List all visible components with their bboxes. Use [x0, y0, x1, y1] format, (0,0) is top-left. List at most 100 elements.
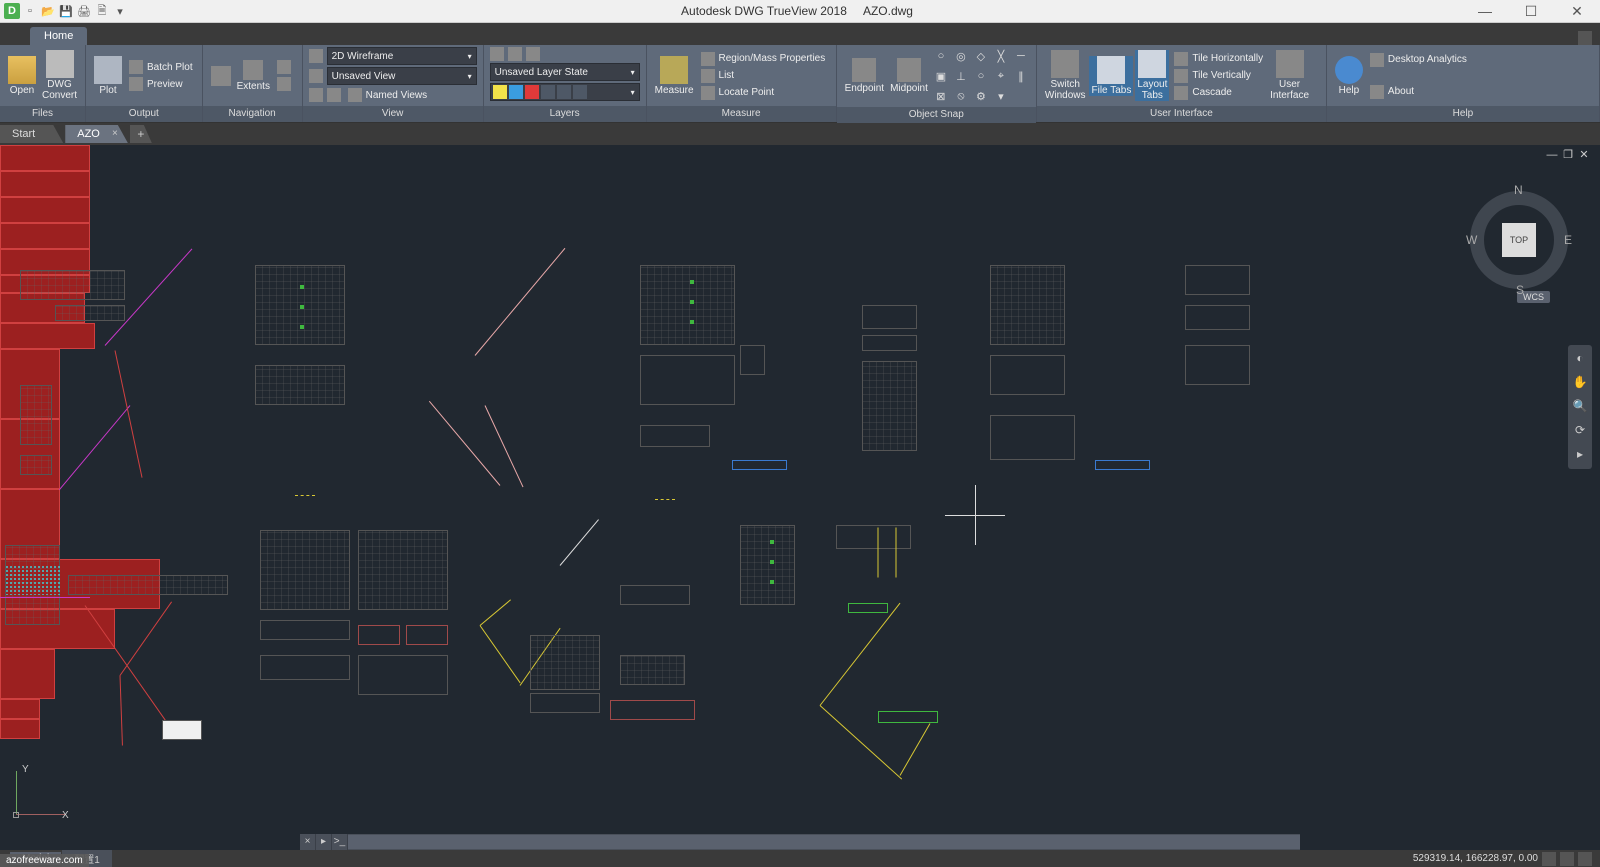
analytics-icon	[1370, 53, 1384, 67]
viewcube-north: N	[1514, 183, 1523, 197]
snap-quadrant-icon[interactable]: ◇	[972, 47, 990, 65]
add-tab-button[interactable]: +	[130, 125, 152, 143]
nav-orbit-icon[interactable]: ⟳	[1572, 423, 1588, 439]
nav-pan-icon[interactable]: ✋	[1572, 375, 1588, 391]
status-snap-icon[interactable]	[1560, 852, 1574, 866]
swatch-icon	[541, 85, 555, 99]
desktop-analytics-button[interactable]: Desktop Analytics	[1367, 52, 1470, 68]
measure-button[interactable]: Measure	[653, 56, 696, 96]
plot-button[interactable]: Plot	[92, 56, 124, 96]
snap-tangent-icon[interactable]: ○	[972, 67, 990, 85]
cmd-close-icon[interactable]: ×	[300, 834, 316, 850]
layout-tabs-toggle[interactable]: Layout Tabs	[1135, 50, 1169, 101]
visual-style-dropdown[interactable]: 2D Wireframe▾	[327, 47, 477, 65]
panel-navigation-title[interactable]: Navigation	[203, 106, 302, 122]
preview-button[interactable]: Preview	[126, 76, 196, 92]
batch-plot-button[interactable]: Batch Plot	[126, 59, 196, 75]
status-coordinates: 529319.14, 166228.97, 0.00	[1413, 853, 1538, 864]
panel-view-title[interactable]: View	[303, 106, 483, 122]
panel-output: Plot Batch Plot Preview Output	[86, 45, 203, 122]
ls3-icon[interactable]	[526, 47, 540, 61]
user-interface-button[interactable]: User Interface	[1268, 50, 1311, 101]
close-button[interactable]: ✕	[1554, 0, 1600, 23]
snap-perp-icon[interactable]: ⊥	[952, 67, 970, 85]
panel-help-title[interactable]: Help	[1327, 106, 1599, 122]
snap-none-icon[interactable]: ⦸	[952, 87, 970, 105]
qat-new-icon[interactable]: ▫	[22, 3, 38, 19]
snap-parallel-icon[interactable]: ∥	[1012, 67, 1030, 85]
qat-more-icon[interactable]: ▾	[112, 3, 128, 19]
snap-intersection-icon[interactable]: ╳	[992, 47, 1010, 65]
nv1-icon[interactable]	[309, 88, 323, 102]
switch-windows-button[interactable]: Switch Windows	[1043, 50, 1088, 101]
cmd-history-icon[interactable]: ▸	[316, 834, 332, 850]
dwg-convert-button[interactable]: DWG Convert	[40, 50, 79, 101]
tile-v-icon	[1174, 69, 1188, 83]
named-views-button[interactable]: Named Views	[345, 87, 431, 103]
ribbon-extra-icon[interactable]	[1578, 31, 1592, 45]
doc-restore-icon[interactable]: ❐	[1562, 149, 1574, 161]
qat-open-icon[interactable]: 📂	[40, 3, 56, 19]
region-mass-button[interactable]: Region/Mass Properties	[698, 51, 829, 67]
tile-vertically-button[interactable]: Tile Vertically	[1171, 68, 1266, 84]
minimize-button[interactable]: —	[1462, 0, 1508, 23]
layer-state-dropdown[interactable]: Unsaved Layer State▾	[490, 63, 640, 81]
file-tabs-toggle[interactable]: File Tabs	[1089, 56, 1133, 96]
doc-minimize-icon[interactable]: —	[1546, 149, 1558, 161]
locate-point-button[interactable]: Locate Point	[698, 85, 829, 101]
qat-preview-icon[interactable]: 🗎	[94, 3, 110, 19]
layer-state-icon[interactable]	[490, 47, 504, 61]
panel-ui-title[interactable]: User Interface	[1037, 106, 1326, 122]
orbit-button[interactable]	[274, 59, 294, 75]
pan-button[interactable]	[209, 66, 233, 86]
doc-close-icon[interactable]: ✕	[1578, 149, 1590, 161]
maximize-button[interactable]: ☐	[1508, 0, 1554, 23]
nav-wheel-icon[interactable]: ◐	[1572, 351, 1588, 367]
nav-zoom-icon[interactable]: 🔍	[1572, 399, 1588, 415]
drawing-canvas[interactable]: — ❐ ✕ TOP N S E W WCS ◐ ✋ 🔍 ⟳ ▸ Y X	[0, 145, 1600, 833]
file-tab-azo[interactable]: AZO×	[65, 125, 128, 143]
snap-more-icon[interactable]: ▾	[992, 87, 1010, 105]
locate-icon	[701, 86, 715, 100]
file-tab-start[interactable]: Start	[0, 125, 63, 143]
about-button[interactable]: About	[1367, 84, 1470, 100]
cascade-button[interactable]: Cascade	[1171, 85, 1266, 101]
ribbon-tab-home[interactable]: Home	[30, 27, 87, 45]
ruler-icon	[660, 56, 688, 84]
command-input[interactable]	[348, 835, 1300, 849]
endpoint-button[interactable]: Endpoint	[843, 58, 886, 94]
tile-horizontally-button[interactable]: Tile Horizontally	[1171, 51, 1266, 67]
qat-print-icon[interactable]: 🖨	[76, 3, 92, 19]
nav-showmotion-icon[interactable]: ▸	[1572, 447, 1588, 463]
extents-button[interactable]: Extents	[235, 60, 272, 92]
layer-dropdown[interactable]: ▾	[490, 83, 640, 101]
status-settings-icon[interactable]	[1578, 852, 1592, 866]
snap-node-icon[interactable]: ◎	[952, 47, 970, 65]
snap-insertion-icon[interactable]: ▣	[932, 67, 950, 85]
snap-center-icon[interactable]: ○	[932, 47, 950, 65]
help-button[interactable]: Help	[1333, 56, 1365, 96]
ls2-icon[interactable]	[508, 47, 522, 61]
named-view-dropdown[interactable]: Unsaved View▾	[327, 67, 477, 85]
open-button[interactable]: Open	[6, 56, 38, 96]
panel-measure-title[interactable]: Measure	[647, 106, 836, 122]
snap-settings-icon[interactable]: ⚙	[972, 87, 990, 105]
snap-nearest-icon[interactable]: ⌖	[992, 67, 1010, 85]
snap-apparent-icon[interactable]: ⊠	[932, 87, 950, 105]
midpoint-button[interactable]: Midpoint	[888, 58, 930, 94]
status-grid-icon[interactable]	[1542, 852, 1556, 866]
panel-files-title[interactable]: Files	[0, 106, 85, 122]
panel-osnap-title[interactable]: Object Snap	[837, 107, 1036, 123]
viewcube-top-face[interactable]: TOP	[1502, 223, 1536, 257]
qat-save-icon[interactable]: 💾	[58, 3, 74, 19]
snap-extension-icon[interactable]: ─	[1012, 47, 1030, 65]
panel-layers-title[interactable]: Layers	[484, 106, 646, 122]
close-tab-icon[interactable]: ×	[112, 128, 118, 139]
zoom-button[interactable]	[274, 76, 294, 92]
nv2-icon[interactable]	[327, 88, 341, 102]
app-logo[interactable]: D	[4, 3, 20, 19]
view-cube[interactable]: TOP N S E W	[1464, 165, 1574, 305]
panel-output-title[interactable]: Output	[86, 106, 202, 122]
list-button[interactable]: List	[698, 68, 829, 84]
title-app: Autodesk DWG TrueView 2018	[681, 4, 847, 18]
